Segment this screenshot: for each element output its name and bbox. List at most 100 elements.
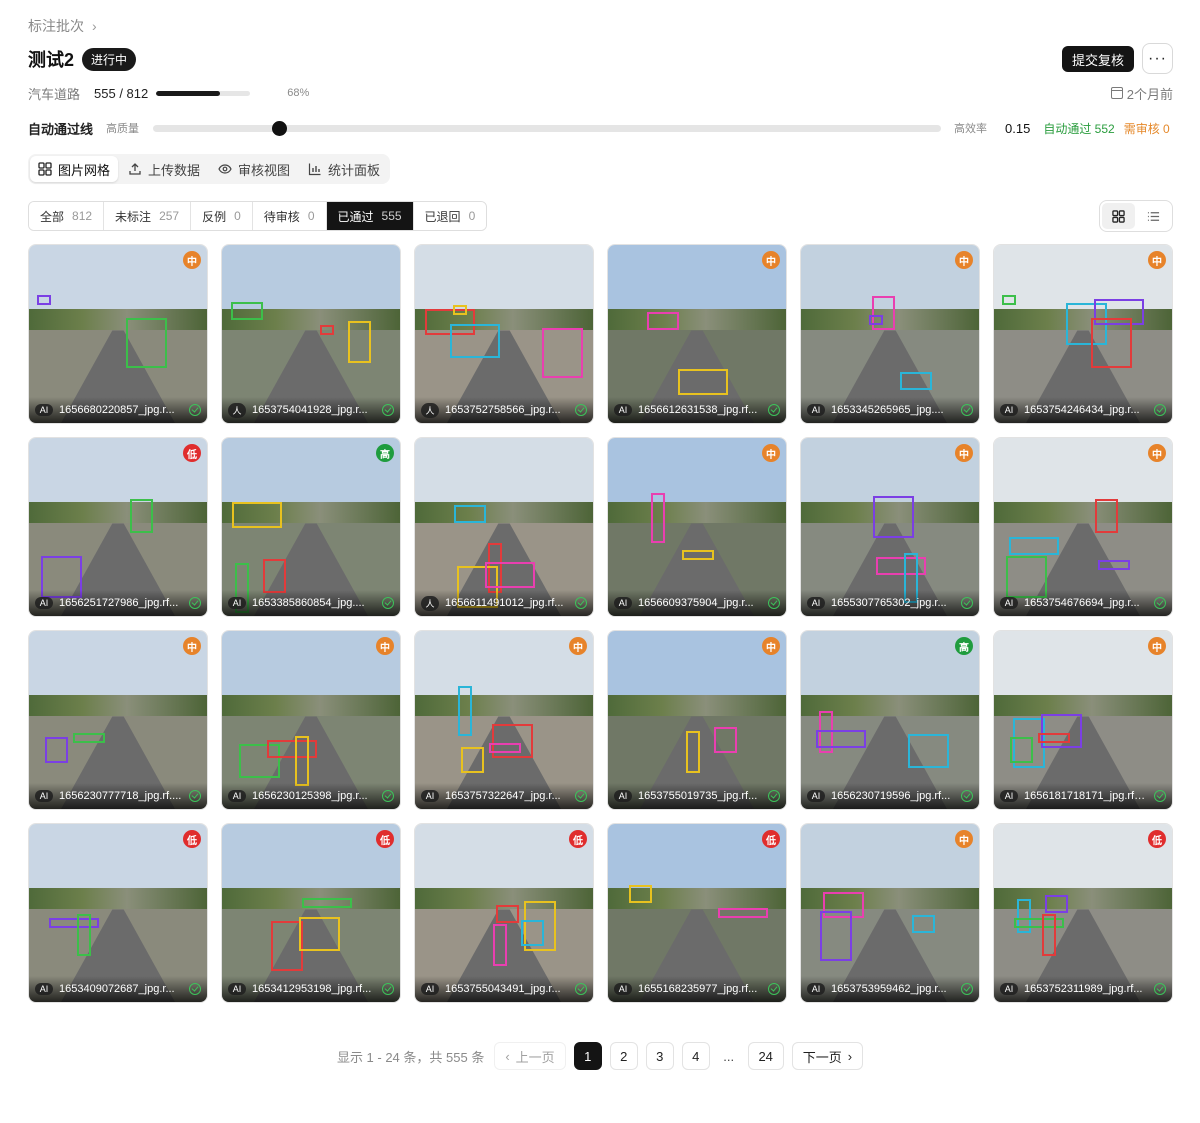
filter-count: 0: [468, 209, 476, 223]
image-caption: AI 1653754676694_jpg.r...: [994, 590, 1172, 616]
threshold-high-label: 高效率: [954, 123, 988, 135]
breadcrumb-item[interactable]: 标注批次: [28, 16, 84, 36]
updated-time-text: 2个月前: [1126, 86, 1173, 102]
submit-review-button[interactable]: 提交复核: [1062, 46, 1135, 72]
more-options-button[interactable]: ···: [1142, 43, 1173, 74]
bounding-box: [1042, 914, 1056, 956]
filter-approved[interactable]: 已通过 555: [326, 202, 414, 230]
bounding-box: [454, 505, 486, 523]
image-card[interactable]: 中 AI 1656680220857_jpg.r...: [28, 244, 208, 424]
bounding-box: [1098, 560, 1130, 570]
filter-unlabeled[interactable]: 未标注 257: [104, 202, 192, 230]
image-filename: 1656230777718_jpg.rf....: [59, 790, 182, 802]
filter-label: 反例: [202, 209, 227, 224]
image-card[interactable]: 人 1653754041928_jpg.r...: [221, 244, 401, 424]
image-card[interactable]: 中 AI 1653757322647_jpg.r...: [414, 630, 594, 810]
grid-icon: [38, 162, 52, 176]
filter-count: 0: [234, 209, 241, 223]
quality-grade-badge: 中: [762, 251, 780, 269]
image-card[interactable]: 人 1653752758566_jpg.r...: [414, 244, 594, 424]
image-card[interactable]: 中 AI 1656609375904_jpg.r...: [607, 437, 787, 617]
image-card[interactable]: 高 AI 1656230719596_jpg.rf...: [800, 630, 980, 810]
status-filter-tabs: 全部 812 未标注 257 反例 0 待审核 0 已通过 555 已退回 0: [28, 201, 488, 231]
image-filename: 1656680220857_jpg.r...: [59, 404, 175, 416]
threshold-slider[interactable]: [153, 120, 942, 136]
image-filename: 1655307765302_jpg.r...: [831, 597, 947, 609]
bounding-box: [647, 312, 679, 330]
check-circle-icon: [382, 404, 394, 416]
quality-grade-badge: 中: [376, 637, 394, 655]
label-source-badge: AI: [614, 983, 632, 995]
bounding-box: [231, 302, 263, 320]
image-card[interactable]: 低 AI 1656251727986_jpg.rf...: [28, 437, 208, 617]
image-card[interactable]: 低 AI 1653755043491_jpg.r...: [414, 823, 594, 1003]
bounding-box: [450, 324, 500, 358]
threshold-slider-handle[interactable]: [272, 120, 288, 136]
next-page-button[interactable]: 下一页 ›: [791, 1042, 864, 1070]
filter-count: 257: [159, 209, 180, 223]
quality-grade-badge: 中: [183, 251, 201, 269]
page-button[interactable]: 1: [573, 1042, 602, 1070]
tab-review-view[interactable]: 审核视图: [210, 156, 298, 182]
prev-page-label: 上一页: [515, 1049, 555, 1065]
label-source-badge: AI: [614, 597, 632, 609]
filter-all[interactable]: 全部 812: [29, 202, 105, 230]
tab-image-grid[interactable]: 图片网格: [30, 156, 119, 182]
tab-stats-panel[interactable]: 统计面板: [300, 156, 388, 182]
auto-pass-count: 自动通过 552: [1043, 121, 1115, 136]
page-button[interactable]: 4: [681, 1042, 710, 1070]
image-card[interactable]: 中 AI 1653754676694_jpg.r...: [993, 437, 1173, 617]
page-button[interactable]: 2: [609, 1042, 638, 1070]
upload-icon: [129, 163, 141, 175]
image-card[interactable]: 中 AI 1656181718171_jpg.rf.cf...: [993, 630, 1173, 810]
quality-grade-badge: 中: [762, 637, 780, 655]
bounding-box: [302, 898, 352, 908]
check-circle-icon: [1154, 597, 1166, 609]
image-caption: AI 1656230125398_jpg.r...: [222, 783, 400, 809]
breadcrumb[interactable]: 标注批次 ›: [28, 16, 97, 36]
filter-negative[interactable]: 反例 0: [191, 202, 253, 230]
bounding-box: [873, 496, 914, 538]
check-circle-icon: [768, 597, 780, 609]
image-card[interactable]: 中 AI 1655307765302_jpg.r...: [800, 437, 980, 617]
image-card[interactable]: 中 AI 1653755019735_jpg.rf...: [607, 630, 787, 810]
list-layout-button[interactable]: [1137, 203, 1170, 229]
label-source-badge: 人: [228, 402, 246, 418]
bounding-box: [651, 493, 665, 543]
image-filename: 1653755043491_jpg.r...: [445, 983, 561, 995]
filter-rejected[interactable]: 已退回 0: [413, 202, 487, 230]
label-source-badge: AI: [35, 597, 53, 609]
label-source-badge: AI: [228, 983, 246, 995]
image-card[interactable]: 低 AI 1653409072687_jpg.r...: [28, 823, 208, 1003]
image-caption: AI 1653755019735_jpg.rf...: [608, 783, 786, 809]
filter-pending-review[interactable]: 待审核 0: [252, 202, 327, 230]
check-circle-icon: [768, 790, 780, 802]
image-card[interactable]: 中 AI 1656230125398_jpg.r...: [221, 630, 401, 810]
bounding-box: [485, 562, 535, 588]
image-card[interactable]: 中 AI 1656612631538_jpg.rf...: [607, 244, 787, 424]
image-card[interactable]: 中 AI 1653345265965_jpg....: [800, 244, 980, 424]
image-filename: 1653412953198_jpg.rf...: [252, 983, 372, 995]
prev-page-button[interactable]: ‹ 上一页: [494, 1042, 566, 1070]
image-grid: 中 AI 1656680220857_jpg.r... 人 1653754041928_…: [28, 244, 1173, 1003]
image-card[interactable]: 低 AI 1653752311989_jpg.rf...: [993, 823, 1173, 1003]
image-card[interactable]: 中 AI 1653753959462_jpg.r...: [800, 823, 980, 1003]
image-card[interactable]: 低 AI 1653412953198_jpg.rf...: [221, 823, 401, 1003]
label-source-badge: AI: [1000, 790, 1018, 802]
bounding-box: [682, 550, 714, 560]
image-card[interactable]: 中 AI 1656230777718_jpg.rf....: [28, 630, 208, 810]
tab-upload-data[interactable]: 上传数据: [120, 156, 208, 182]
page-button[interactable]: 24: [747, 1042, 784, 1070]
bounding-box: [493, 924, 507, 966]
quality-grade-badge: 中: [569, 637, 587, 655]
threshold-label: 自动通过线: [28, 121, 94, 137]
image-card[interactable]: 低 AI 1655168235977_jpg.rf...: [607, 823, 787, 1003]
quality-grade-badge: 低: [569, 830, 587, 848]
image-filename: 1656609375904_jpg.r...: [638, 597, 754, 609]
page-button[interactable]: 3: [645, 1042, 674, 1070]
grid-layout-button[interactable]: [1102, 203, 1135, 229]
page-title: 测试2: [28, 50, 75, 70]
image-card[interactable]: 人 1656611491012_jpg.rf...: [414, 437, 594, 617]
image-card[interactable]: 高 AI 1653385860854_jpg....: [221, 437, 401, 617]
image-card[interactable]: 中 AI 1653754246434_jpg.r...: [993, 244, 1173, 424]
